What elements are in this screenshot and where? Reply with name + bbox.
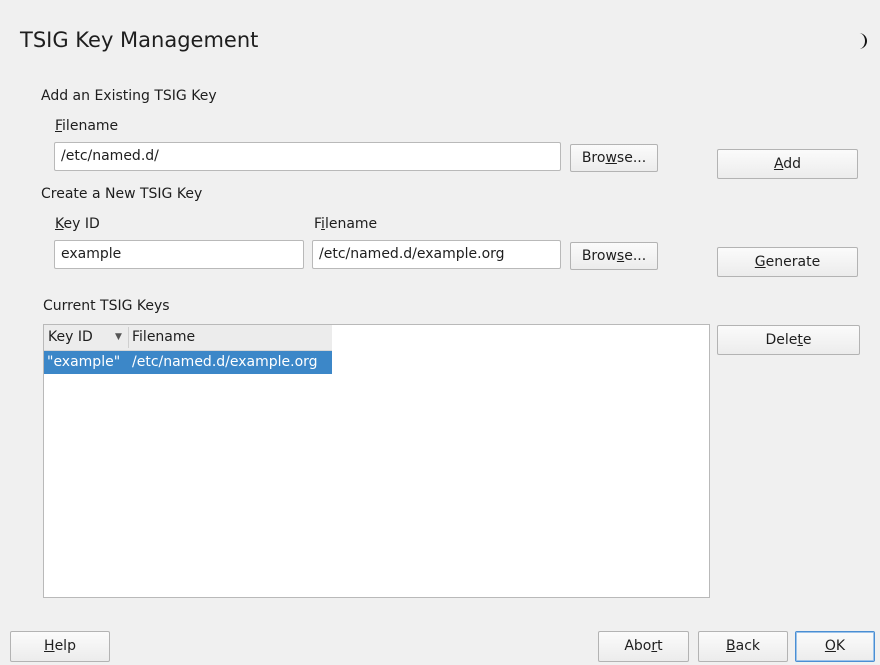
table-header: Key ID ▼ Filename <box>44 325 332 351</box>
abort-button[interactable]: Abort <box>598 631 689 662</box>
existing-filename-label: Filename <box>55 118 119 134</box>
create-new-section-label: Create a New TSIG Key <box>41 186 203 202</box>
current-keys-section-label: Current TSIG Keys <box>43 298 170 314</box>
half-moon-icon[interactable] <box>850 30 872 52</box>
new-filename-label: Filename <box>314 216 378 232</box>
page-title: TSIG Key Management <box>20 28 259 52</box>
sort-descending-icon: ▼ <box>115 332 122 342</box>
add-button[interactable]: Add <box>717 149 858 179</box>
help-button[interactable]: Help <box>10 631 110 662</box>
table-row[interactable]: "example" /etc/named.d/example.org <box>44 351 332 374</box>
column-divider[interactable] <box>128 327 129 348</box>
key-id-label: Key ID <box>55 216 100 232</box>
ok-button[interactable]: OK <box>795 631 875 662</box>
cell-key-id: "example" <box>47 354 121 370</box>
keys-table[interactable]: Key ID ▼ Filename "example" /etc/named.d… <box>43 324 710 598</box>
existing-filename-input[interactable]: /etc/named.d/ <box>54 142 561 171</box>
column-header-filename[interactable]: Filename <box>132 329 195 345</box>
new-filename-input[interactable]: /etc/named.d/example.org <box>312 240 561 269</box>
delete-button[interactable]: Delete <box>717 325 860 355</box>
column-header-key-id[interactable]: Key ID <box>48 329 93 345</box>
new-browse-button[interactable]: Browse... <box>570 242 658 270</box>
existing-browse-button[interactable]: Browse... <box>570 144 658 172</box>
key-id-input[interactable]: example <box>54 240 304 269</box>
add-existing-section-label: Add an Existing TSIG Key <box>41 88 217 104</box>
generate-button[interactable]: Generate <box>717 247 858 277</box>
back-button[interactable]: Back <box>698 631 788 662</box>
cell-filename: /etc/named.d/example.org <box>132 354 318 370</box>
